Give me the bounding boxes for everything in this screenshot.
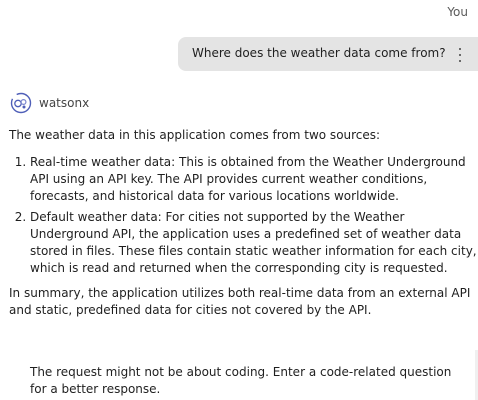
- answer-list: Real-time weather data: This is obtained…: [9, 154, 478, 277]
- answer-list-item: Default weather data: For cities not sup…: [30, 209, 478, 277]
- you-label: You: [447, 5, 468, 19]
- user-message-bubble: Where does the weather data come from?: [178, 37, 478, 71]
- bot-name: watsonx: [39, 96, 90, 110]
- chat-panel: You Where does the weather data come fro…: [0, 0, 478, 400]
- overflow-menu-icon[interactable]: [458, 48, 462, 62]
- coding-notice: The request might not be about coding. E…: [30, 365, 452, 396]
- bot-header: watsonx: [9, 91, 89, 115]
- user-message-text: Where does the weather data come from?: [192, 46, 446, 60]
- answer-intro: The weather data in this application com…: [9, 128, 381, 142]
- answer-summary: In summary, the application utilizes bot…: [9, 286, 471, 317]
- answer-list-item: Real-time weather data: This is obtained…: [30, 154, 478, 205]
- watsonx-logo-icon: [10, 92, 32, 114]
- bot-answer: The weather data in this application com…: [9, 127, 478, 319]
